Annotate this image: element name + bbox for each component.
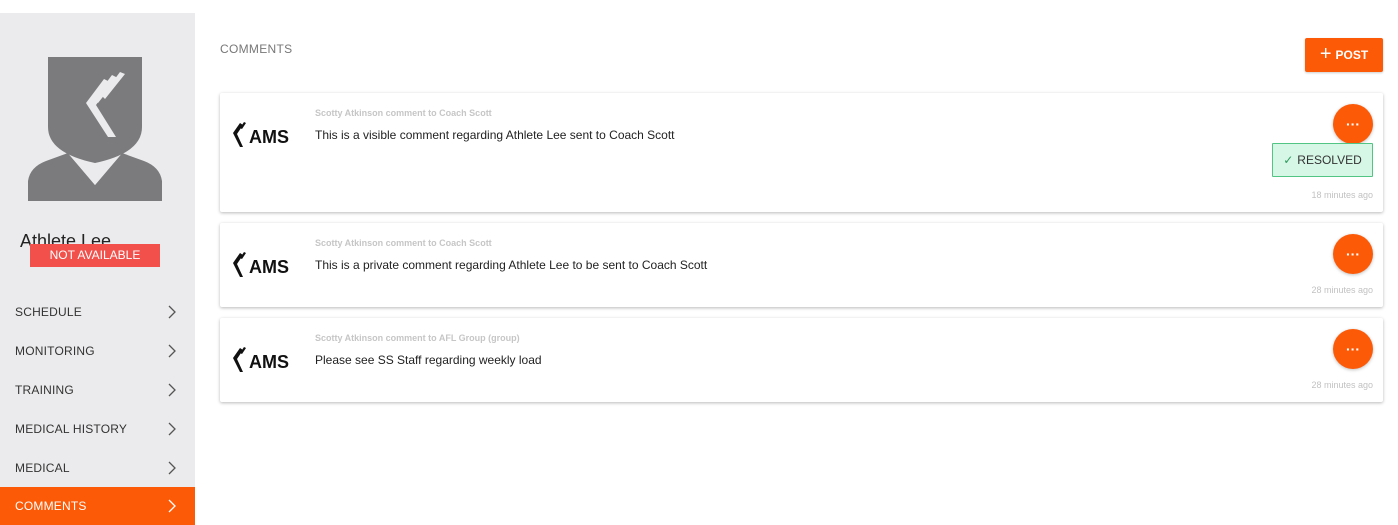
athlete-avatar bbox=[28, 57, 162, 201]
comment-timestamp: 28 minutes ago bbox=[1311, 380, 1373, 390]
comment-card: AMS Scotty Atkinson comment to Coach Sco… bbox=[220, 93, 1383, 212]
nav-item-medical-history[interactable]: MEDICAL HISTORY bbox=[0, 409, 195, 448]
resolved-badge[interactable]: ✓ RESOLVED bbox=[1272, 143, 1373, 177]
nav-item-label: MEDICAL HISTORY bbox=[15, 421, 128, 436]
nav-item-label: TRAINING bbox=[15, 382, 74, 397]
chevron-right-icon bbox=[168, 383, 176, 396]
nav-item-label: MONITORING bbox=[15, 343, 95, 358]
comment-timestamp: 18 minutes ago bbox=[1311, 190, 1373, 200]
ams-logo: AMS bbox=[233, 252, 289, 277]
page-title: COMMENTS bbox=[220, 42, 293, 56]
nav-item-schedule[interactable]: SCHEDULE bbox=[0, 292, 195, 331]
nav-item-label: COMMENTS bbox=[15, 499, 87, 513]
post-button-label: POST bbox=[1335, 48, 1369, 62]
svg-text:AMS: AMS bbox=[249, 127, 289, 147]
chevron-right-icon bbox=[168, 461, 176, 474]
chevron-right-icon bbox=[168, 344, 176, 357]
svg-text:AMS: AMS bbox=[249, 257, 289, 277]
resolved-label: RESOLVED bbox=[1297, 153, 1362, 167]
comment-card: AMS Scotty Atkinson comment to Coach Sco… bbox=[220, 223, 1383, 307]
comment-meta: Scotty Atkinson comment to Coach Scott bbox=[315, 108, 492, 118]
comment-timestamp: 28 minutes ago bbox=[1311, 285, 1373, 295]
post-comment-button[interactable]: + POST bbox=[1305, 38, 1383, 72]
ams-logo: AMS bbox=[233, 347, 289, 372]
check-icon: ✓ bbox=[1283, 153, 1294, 167]
comment-meta: Scotty Atkinson comment to AFL Group (gr… bbox=[315, 333, 520, 343]
nav-item-label: MEDICAL bbox=[15, 460, 70, 475]
comment-more-button[interactable]: ··· bbox=[1333, 329, 1373, 369]
availability-status-badge: NOT AVAILABLE bbox=[30, 244, 160, 267]
athlete-sidebar: Athlete Lee NOT AVAILABLE SCHEDULE MONIT… bbox=[0, 13, 195, 525]
comment-text: This is a visible comment regarding Athl… bbox=[315, 128, 675, 142]
ams-logo: AMS bbox=[233, 122, 289, 147]
svg-text:AMS: AMS bbox=[249, 352, 289, 372]
comment-text: This is a private comment regarding Athl… bbox=[315, 258, 708, 272]
athlete-nav: SCHEDULE MONITORING TRAINING MEDICAL HIS… bbox=[0, 292, 195, 525]
nav-item-medical[interactable]: MEDICAL bbox=[0, 448, 195, 487]
plus-icon: + bbox=[1319, 43, 1332, 65]
comment-card: AMS Scotty Atkinson comment to AFL Group… bbox=[220, 318, 1383, 402]
chevron-right-icon bbox=[168, 305, 176, 318]
chevron-right-icon bbox=[168, 422, 176, 435]
chevron-right-icon bbox=[168, 499, 176, 513]
nav-item-comments[interactable]: COMMENTS bbox=[0, 487, 195, 525]
nav-item-label: SCHEDULE bbox=[15, 304, 82, 319]
comment-more-button[interactable]: ··· bbox=[1333, 234, 1373, 274]
nav-item-training[interactable]: TRAINING bbox=[0, 370, 195, 409]
comment-more-button[interactable]: ··· bbox=[1333, 104, 1373, 144]
comment-meta: Scotty Atkinson comment to Coach Scott bbox=[315, 238, 492, 248]
comment-text: Please see SS Staff regarding weekly loa… bbox=[315, 353, 542, 367]
nav-item-monitoring[interactable]: MONITORING bbox=[0, 331, 195, 370]
